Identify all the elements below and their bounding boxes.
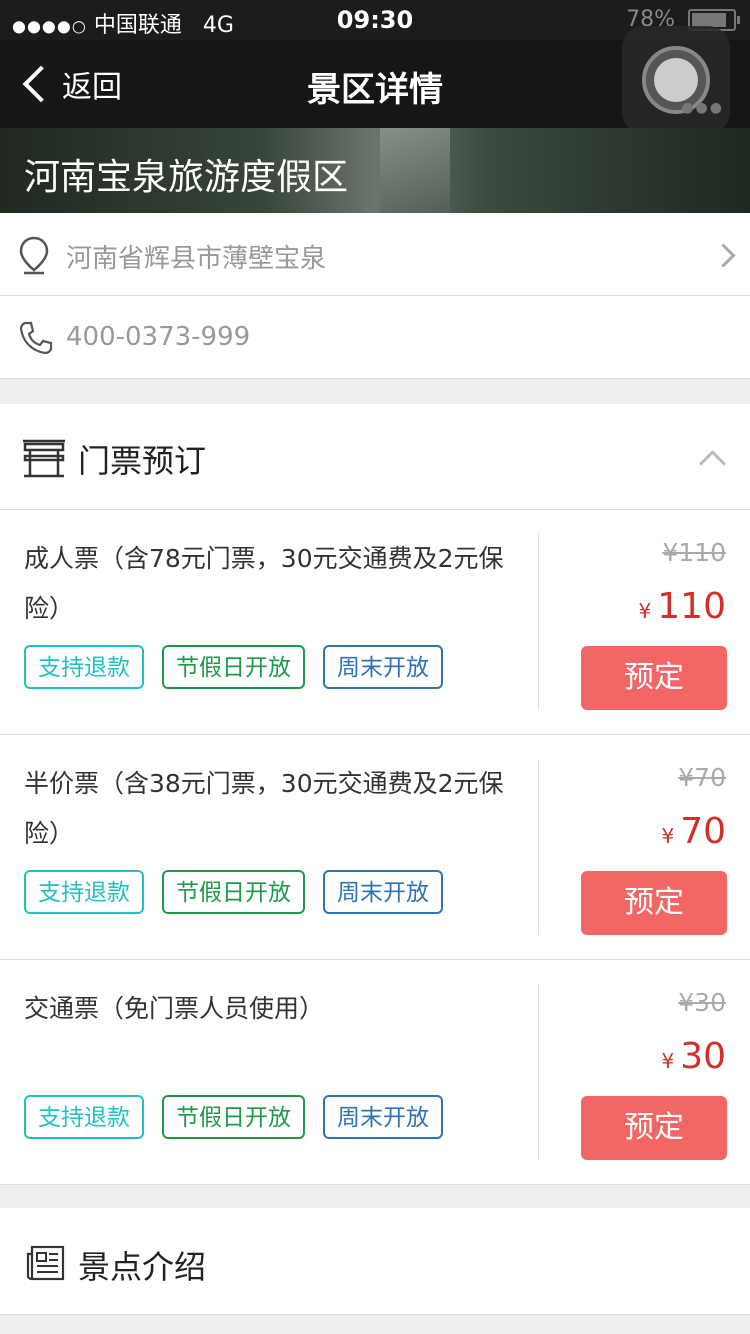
current-price: ¥30: [661, 1036, 726, 1077]
currency-symbol: ¥: [638, 599, 652, 623]
vertical-divider: [538, 984, 539, 1160]
tag-holiday-open: 节假日开放: [162, 870, 305, 914]
phone-icon: [19, 321, 53, 355]
tag-weekend-open: 周末开放: [323, 645, 443, 689]
book-button[interactable]: 预定: [581, 646, 727, 710]
ticket-name: 交通票（免门票人员使用）: [24, 994, 325, 1023]
currency-symbol: ¥: [661, 824, 675, 848]
phone-text: 400-0373-999: [66, 322, 251, 352]
more-dots-icon: ●●●: [681, 100, 724, 116]
scenic-hero-image: 河南宝泉旅游度假区: [0, 128, 750, 213]
current-price: ¥70: [661, 811, 726, 852]
price-value: 110: [657, 586, 726, 627]
tag-refundable: 支持退款: [24, 645, 144, 689]
original-price: ¥110: [662, 538, 726, 567]
ticket-name: 成人票（含78元门票，30元交通费及2元保险）: [24, 544, 504, 623]
waterfall-image: [380, 128, 450, 213]
scenic-intro-header[interactable]: 景点介绍: [0, 1208, 750, 1315]
ticket-booking-header[interactable]: 门票预订: [0, 404, 750, 510]
navigation-bar: 返回 景区详情 ●●●: [0, 26, 750, 134]
price-value: 70: [680, 811, 726, 852]
currency-symbol: ¥: [661, 1049, 675, 1073]
price-value: 30: [680, 1036, 726, 1077]
tag-refundable: 支持退款: [24, 870, 144, 914]
chevron-up-icon[interactable]: [699, 450, 726, 477]
assistive-touch-button[interactable]: ●●●: [622, 26, 730, 134]
address-text: 河南省辉县市薄壁宝泉: [66, 244, 327, 274]
ticket-tags: 支持退款 节假日开放 周末开放: [24, 870, 443, 914]
ticket-card-transport: 交通票（免门票人员使用） 支持退款 节假日开放 周末开放 ¥30 ¥30 预定: [0, 960, 750, 1185]
ticket-card-adult: 成人票（含78元门票，30元交通费及2元保险） 支持退款 节假日开放 周末开放 …: [0, 510, 750, 735]
ticket-section-title: 门票预订: [78, 442, 207, 480]
book-button[interactable]: 预定: [581, 871, 727, 935]
ticket-tags: 支持退款 节假日开放 周末开放: [24, 645, 443, 689]
original-price: ¥30: [678, 988, 726, 1017]
book-button[interactable]: 预定: [581, 1096, 727, 1160]
tag-weekend-open: 周末开放: [323, 1095, 443, 1139]
tag-holiday-open: 节假日开放: [162, 1095, 305, 1139]
ticket-tags: 支持退款 节假日开放 周末开放: [24, 1095, 443, 1139]
tag-refundable: 支持退款: [24, 1095, 144, 1139]
assistive-touch-dot: [654, 58, 698, 102]
location-pin-icon: [19, 236, 49, 275]
scenic-name: 河南宝泉旅游度假区: [24, 157, 349, 198]
ticket-gate-icon: [23, 439, 65, 478]
address-row[interactable]: 河南省辉县市薄壁宝泉: [0, 213, 750, 296]
ticket-card-half-price: 半价票（含38元门票，30元交通费及2元保险） 支持退款 节假日开放 周末开放 …: [0, 735, 750, 960]
current-price: ¥110: [639, 586, 726, 627]
ticket-name: 半价票（含38元门票，30元交通费及2元保险）: [24, 769, 504, 848]
original-price: ¥70: [678, 763, 726, 792]
tag-weekend-open: 周末开放: [323, 870, 443, 914]
vertical-divider: [538, 534, 539, 710]
chevron-right-icon: [711, 243, 736, 268]
newspaper-icon: [26, 1245, 65, 1281]
intro-section-title: 景点介绍: [78, 1248, 207, 1286]
phone-row[interactable]: 400-0373-999: [0, 296, 750, 379]
vertical-divider: [538, 759, 539, 935]
tag-holiday-open: 节假日开放: [162, 645, 305, 689]
